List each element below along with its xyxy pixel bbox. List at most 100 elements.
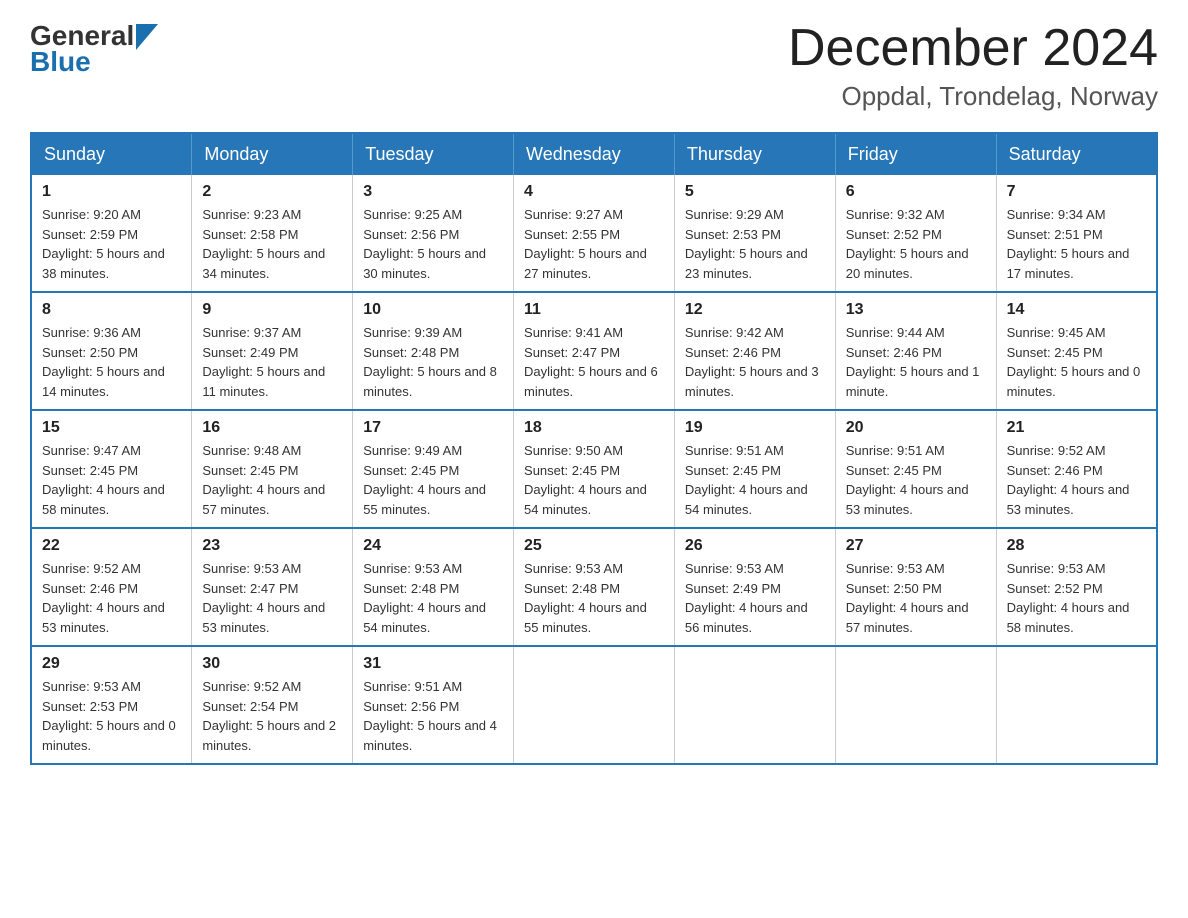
- calendar-cell: 29Sunrise: 9:53 AMSunset: 2:53 PMDayligh…: [31, 646, 192, 764]
- day-info: Sunrise: 9:53 AMSunset: 2:52 PMDaylight:…: [1007, 559, 1146, 637]
- day-number: 15: [42, 419, 181, 437]
- day-info: Sunrise: 9:34 AMSunset: 2:51 PMDaylight:…: [1007, 205, 1146, 283]
- day-number: 28: [1007, 537, 1146, 555]
- day-number: 8: [42, 301, 181, 319]
- day-number: 18: [524, 419, 664, 437]
- day-number: 25: [524, 537, 664, 555]
- day-info: Sunrise: 9:51 AMSunset: 2:56 PMDaylight:…: [363, 677, 503, 755]
- logo-triangle-icon: [136, 24, 158, 50]
- calendar-cell: 10Sunrise: 9:39 AMSunset: 2:48 PMDayligh…: [353, 292, 514, 410]
- calendar-cell: 25 Sunrise: 9:53 AMSunset: 2:48 PMDayligh…: [514, 528, 675, 646]
- calendar-cell: 4Sunrise: 9:27 AMSunset: 2:55 PMDaylight…: [514, 175, 675, 292]
- day-info: Sunrise: 9:53 AMSunset: 2:53 PMDaylight:…: [42, 677, 181, 755]
- day-info: Sunrise: 9:50 AMSunset: 2:45 PMDaylight:…: [524, 441, 664, 519]
- day-info: Sunrise: 9:23 AMSunset: 2:58 PMDaylight:…: [202, 205, 342, 283]
- weekday-header-friday: Friday: [835, 133, 996, 175]
- calendar-cell: 15 Sunrise: 9:47 AMSunset: 2:45 PMDayligh…: [31, 410, 192, 528]
- title-block: December 2024 Oppdal, Trondelag, Norway: [788, 20, 1158, 112]
- calendar-cell: 27 Sunrise: 9:53 AMSunset: 2:50 PMDayligh…: [835, 528, 996, 646]
- day-info: Sunrise: 9:53 AMSunset: 2:47 PMDaylight:…: [202, 559, 342, 637]
- calendar-cell: 30 Sunrise: 9:52 AMSunset: 2:54 PMDayligh…: [192, 646, 353, 764]
- day-number: 22: [42, 537, 181, 555]
- calendar-table: SundayMondayTuesdayWednesdayThursdayFrid…: [30, 132, 1158, 765]
- day-info: Sunrise: 9:53 AMSunset: 2:48 PMDaylight:…: [524, 559, 664, 637]
- day-number: 31: [363, 655, 503, 673]
- weekday-header-tuesday: Tuesday: [353, 133, 514, 175]
- day-number: 2: [202, 183, 342, 201]
- day-info: Sunrise: 9:53 AMSunset: 2:48 PMDaylight:…: [363, 559, 503, 637]
- day-info: Sunrise: 9:48 AMSunset: 2:45 PMDaylight:…: [202, 441, 342, 519]
- day-number: 23: [202, 537, 342, 555]
- day-info: Sunrise: 9:51 AMSunset: 2:45 PMDaylight:…: [685, 441, 825, 519]
- logo-blue-text: Blue: [30, 46, 91, 78]
- day-info: Sunrise: 9:36 AMSunset: 2:50 PMDaylight:…: [42, 323, 181, 401]
- day-number: 9: [202, 301, 342, 319]
- day-info: Sunrise: 9:51 AMSunset: 2:45 PMDaylight:…: [846, 441, 986, 519]
- day-number: 13: [846, 301, 986, 319]
- month-year-title: December 2024: [788, 20, 1158, 77]
- page-header: General Blue December 2024 Oppdal, Trond…: [30, 20, 1158, 112]
- day-info: Sunrise: 9:44 AMSunset: 2:46 PMDaylight:…: [846, 323, 986, 401]
- day-number: 19: [685, 419, 825, 437]
- day-number: 12: [685, 301, 825, 319]
- calendar-cell: 1 Sunrise: 9:20 AMSunset: 2:59 PMDaylight…: [31, 175, 192, 292]
- day-info: Sunrise: 9:52 AMSunset: 2:46 PMDaylight:…: [42, 559, 181, 637]
- calendar-cell: [514, 646, 675, 764]
- day-number: 1: [42, 183, 181, 201]
- calendar-cell: 23 Sunrise: 9:53 AMSunset: 2:47 PMDayligh…: [192, 528, 353, 646]
- day-number: 20: [846, 419, 986, 437]
- day-info: Sunrise: 9:25 AMSunset: 2:56 PMDaylight:…: [363, 205, 503, 283]
- calendar-cell: 3 Sunrise: 9:25 AMSunset: 2:56 PMDaylight…: [353, 175, 514, 292]
- day-info: Sunrise: 9:52 AMSunset: 2:54 PMDaylight:…: [202, 677, 342, 755]
- calendar-week-row-2: 8 Sunrise: 9:36 AMSunset: 2:50 PMDaylight…: [31, 292, 1157, 410]
- calendar-cell: 26 Sunrise: 9:53 AMSunset: 2:49 PMDayligh…: [674, 528, 835, 646]
- calendar-cell: 16 Sunrise: 9:48 AMSunset: 2:45 PMDayligh…: [192, 410, 353, 528]
- location-subtitle: Oppdal, Trondelag, Norway: [788, 81, 1158, 112]
- day-number: 30: [202, 655, 342, 673]
- calendar-cell: 24 Sunrise: 9:53 AMSunset: 2:48 PMDayligh…: [353, 528, 514, 646]
- weekday-header-monday: Monday: [192, 133, 353, 175]
- day-info: Sunrise: 9:29 AMSunset: 2:53 PMDaylight:…: [685, 205, 825, 283]
- calendar-week-row-5: 29Sunrise: 9:53 AMSunset: 2:53 PMDayligh…: [31, 646, 1157, 764]
- day-number: 10: [363, 301, 503, 319]
- day-info: Sunrise: 9:42 AMSunset: 2:46 PMDaylight:…: [685, 323, 825, 401]
- calendar-cell: 12 Sunrise: 9:42 AMSunset: 2:46 PMDayligh…: [674, 292, 835, 410]
- day-info: Sunrise: 9:20 AMSunset: 2:59 PMDaylight:…: [42, 205, 181, 283]
- day-info: Sunrise: 9:49 AMSunset: 2:45 PMDaylight:…: [363, 441, 503, 519]
- day-number: 6: [846, 183, 986, 201]
- calendar-cell: 31 Sunrise: 9:51 AMSunset: 2:56 PMDayligh…: [353, 646, 514, 764]
- calendar-cell: [996, 646, 1157, 764]
- day-number: 7: [1007, 183, 1146, 201]
- day-info: Sunrise: 9:47 AMSunset: 2:45 PMDaylight:…: [42, 441, 181, 519]
- calendar-cell: 14Sunrise: 9:45 AMSunset: 2:45 PMDayligh…: [996, 292, 1157, 410]
- day-info: Sunrise: 9:32 AMSunset: 2:52 PMDaylight:…: [846, 205, 986, 283]
- calendar-cell: 7 Sunrise: 9:34 AMSunset: 2:51 PMDaylight…: [996, 175, 1157, 292]
- calendar-cell: 2 Sunrise: 9:23 AMSunset: 2:58 PMDaylight…: [192, 175, 353, 292]
- day-info: Sunrise: 9:53 AMSunset: 2:50 PMDaylight:…: [846, 559, 986, 637]
- day-number: 27: [846, 537, 986, 555]
- day-number: 26: [685, 537, 825, 555]
- day-number: 17: [363, 419, 503, 437]
- calendar-week-row-4: 22 Sunrise: 9:52 AMSunset: 2:46 PMDayligh…: [31, 528, 1157, 646]
- calendar-cell: 11Sunrise: 9:41 AMSunset: 2:47 PMDayligh…: [514, 292, 675, 410]
- calendar-cell: 13 Sunrise: 9:44 AMSunset: 2:46 PMDayligh…: [835, 292, 996, 410]
- weekday-header-row: SundayMondayTuesdayWednesdayThursdayFrid…: [31, 133, 1157, 175]
- day-info: Sunrise: 9:27 AMSunset: 2:55 PMDaylight:…: [524, 205, 664, 283]
- calendar-week-row-1: 1 Sunrise: 9:20 AMSunset: 2:59 PMDaylight…: [31, 175, 1157, 292]
- day-info: Sunrise: 9:37 AMSunset: 2:49 PMDaylight:…: [202, 323, 342, 401]
- day-info: Sunrise: 9:52 AMSunset: 2:46 PMDaylight:…: [1007, 441, 1146, 519]
- day-number: 3: [363, 183, 503, 201]
- day-number: 24: [363, 537, 503, 555]
- calendar-cell: 6 Sunrise: 9:32 AMSunset: 2:52 PMDaylight…: [835, 175, 996, 292]
- calendar-cell: 5 Sunrise: 9:29 AMSunset: 2:53 PMDaylight…: [674, 175, 835, 292]
- day-number: 16: [202, 419, 342, 437]
- weekday-header-saturday: Saturday: [996, 133, 1157, 175]
- calendar-week-row-3: 15 Sunrise: 9:47 AMSunset: 2:45 PMDayligh…: [31, 410, 1157, 528]
- day-number: 5: [685, 183, 825, 201]
- calendar-cell: [674, 646, 835, 764]
- weekday-header-wednesday: Wednesday: [514, 133, 675, 175]
- logo: General Blue: [30, 20, 158, 78]
- day-info: Sunrise: 9:53 AMSunset: 2:49 PMDaylight:…: [685, 559, 825, 637]
- calendar-cell: 22 Sunrise: 9:52 AMSunset: 2:46 PMDayligh…: [31, 528, 192, 646]
- day-number: 21: [1007, 419, 1146, 437]
